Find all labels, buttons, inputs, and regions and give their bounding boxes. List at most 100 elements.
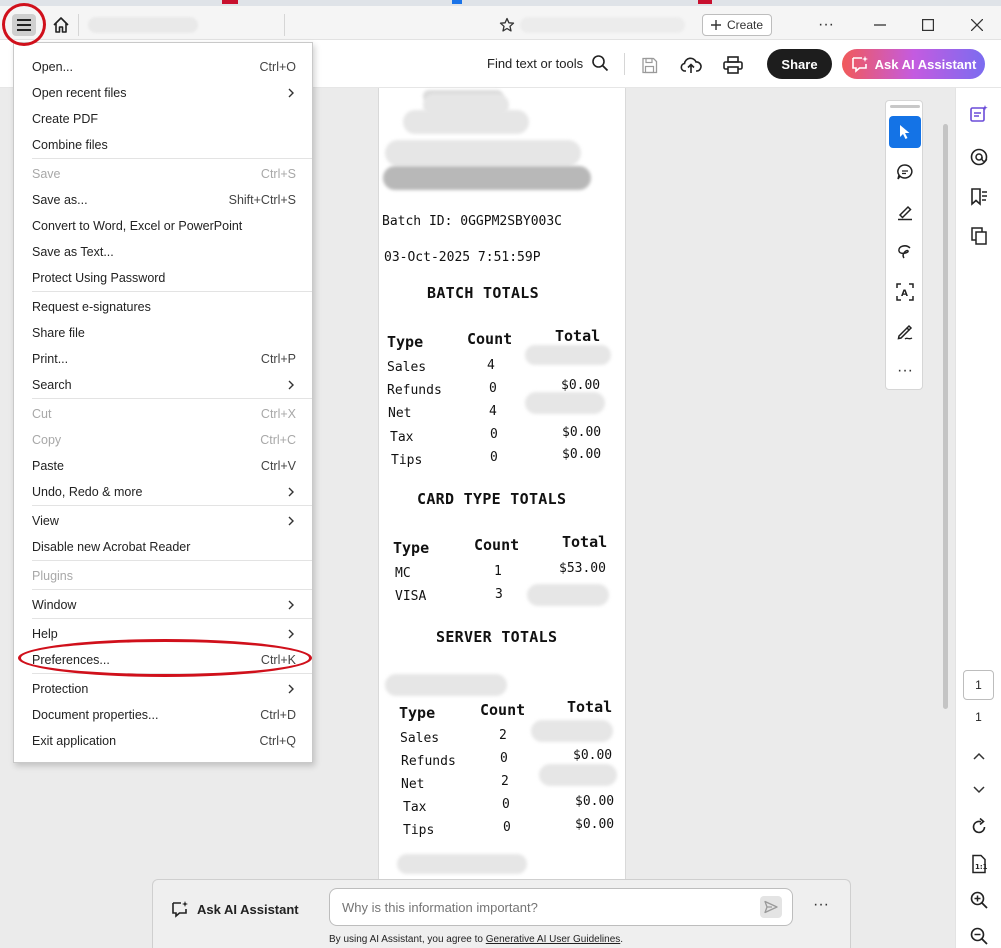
- batch-row-count: 4: [487, 358, 495, 373]
- annotation-tools-panel: A ···: [885, 100, 923, 390]
- zoom-out-button[interactable]: [967, 924, 991, 948]
- menu-item-protection[interactable]: Protection: [14, 676, 314, 702]
- guidelines-link[interactable]: Generative AI User Guidelines: [486, 934, 621, 945]
- divider: [78, 14, 79, 36]
- drag-handle[interactable]: [890, 105, 920, 108]
- menu-item-label: Exit application: [32, 734, 117, 748]
- more-tools-button[interactable]: ···: [889, 359, 921, 383]
- batch-row-count: 0: [489, 381, 497, 396]
- menu-item-paste[interactable]: Paste Ctrl+V: [14, 453, 314, 479]
- menu-item-shortcut: Ctrl+P: [260, 352, 296, 366]
- send-button[interactable]: [760, 896, 782, 918]
- save-button[interactable]: [636, 52, 662, 78]
- redacted-line: [403, 110, 529, 134]
- menu-item-convert[interactable]: Convert to Word, Excel or PowerPoint: [14, 213, 314, 239]
- menu-item-protect-password[interactable]: Protect Using Password: [14, 265, 314, 291]
- print-button[interactable]: [720, 52, 746, 78]
- home-button[interactable]: [50, 14, 72, 36]
- maximize-button[interactable]: [914, 12, 942, 38]
- chevron-right-icon: [288, 487, 294, 497]
- menu-item-print[interactable]: Print... Ctrl+P: [14, 346, 314, 372]
- server-row-total: $0.00: [575, 817, 615, 832]
- find-tools-button[interactable]: Find text or tools: [487, 54, 609, 72]
- home-icon: [53, 17, 69, 33]
- minimize-button[interactable]: [866, 12, 894, 38]
- chevron-down-icon: [973, 786, 985, 794]
- upload-cloud-button[interactable]: [678, 52, 704, 78]
- favorite-button[interactable]: [496, 14, 518, 36]
- menu-item-label: Open...: [32, 60, 73, 74]
- menu-item-search[interactable]: Search: [14, 372, 314, 398]
- close-window-button[interactable]: [963, 12, 991, 38]
- redacted-server-name: [385, 674, 507, 696]
- disclaimer-text: By using AI Assistant, you agree to: [329, 934, 486, 945]
- pages-icon: [971, 227, 987, 245]
- menu-item-save-as-text[interactable]: Save as Text...: [14, 239, 314, 265]
- create-button-label: Create: [726, 18, 764, 32]
- batch-row-type: Tax: [390, 430, 414, 445]
- menu-item-document-properties[interactable]: Document properties... Ctrl+D: [14, 702, 314, 728]
- highlight-tool[interactable]: [889, 196, 921, 228]
- batch-row-count: 4: [489, 404, 497, 419]
- select-tool[interactable]: [889, 116, 921, 148]
- draw-tool[interactable]: [889, 236, 921, 268]
- ai-question-input[interactable]: [329, 888, 793, 926]
- menu-item-open-recent[interactable]: Open recent files: [14, 80, 314, 106]
- ai-assistant-icon: [851, 56, 868, 73]
- batch-id: Batch ID: 0GGPM2SBY003C: [382, 214, 563, 229]
- card-row-type: MC: [395, 566, 411, 581]
- comments-panel-button[interactable]: [967, 145, 991, 169]
- menu-item-disable-new-reader[interactable]: Disable new Acrobat Reader: [14, 534, 314, 560]
- menu-item-save-as[interactable]: Save as... Shift+Ctrl+S: [14, 187, 314, 213]
- text-recognition-tool[interactable]: A: [889, 276, 921, 308]
- card-row-count: 3: [495, 587, 503, 602]
- menu-item-label: Protect Using Password: [32, 271, 166, 285]
- server-row-count: 2: [501, 774, 509, 789]
- ai-more-button[interactable]: ···: [813, 896, 829, 914]
- col-count: Count: [480, 701, 526, 719]
- redacted-line: [397, 854, 527, 874]
- bookmarks-button[interactable]: [967, 185, 991, 209]
- current-page-input[interactable]: 1: [963, 670, 994, 700]
- menu-item-request-esignatures[interactable]: Request e-signatures: [14, 294, 314, 320]
- menu-item-label: Search: [32, 378, 72, 392]
- menu-item-label: Copy: [32, 433, 62, 447]
- rotate-button[interactable]: [967, 815, 991, 839]
- batch-row-type: Refunds: [387, 383, 442, 398]
- ai-assistant-label-text: Ask AI Assistant: [197, 901, 299, 917]
- svg-text:A: A: [901, 289, 908, 299]
- menu-item-shortcut: Ctrl+O: [259, 60, 296, 74]
- menu-divider: [32, 560, 312, 561]
- server-row-count: 0: [502, 797, 510, 812]
- menu-item-exit[interactable]: Exit application Ctrl+Q: [14, 728, 314, 754]
- share-button[interactable]: Share: [767, 49, 832, 79]
- menu-item-create-pdf[interactable]: Create PDF: [14, 106, 314, 132]
- chevron-right-icon: [288, 516, 294, 526]
- menu-item-window[interactable]: Window: [14, 592, 314, 618]
- menu-item-combine-files[interactable]: Combine files: [14, 132, 314, 158]
- chevron-up-icon: [973, 752, 985, 760]
- previous-page-button[interactable]: [967, 744, 991, 768]
- sign-tool[interactable]: [889, 316, 921, 348]
- fit-page-button[interactable]: 1:1: [967, 852, 991, 876]
- menu-item-share-file[interactable]: Share file: [14, 320, 314, 346]
- menu-item-label: Undo, Redo & more: [32, 485, 143, 499]
- ai-summary-button[interactable]: [967, 102, 991, 126]
- menu-item-cut: Cut Ctrl+X: [14, 401, 314, 427]
- server-row-type: Net: [401, 777, 425, 792]
- menu-item-view[interactable]: View: [14, 508, 314, 534]
- vertical-scrollbar[interactable]: [943, 124, 948, 709]
- highlighter-icon: [898, 205, 912, 221]
- zoom-in-button[interactable]: [967, 888, 991, 912]
- comment-tool[interactable]: [889, 156, 921, 188]
- menu-item-open[interactable]: Open... Ctrl+O: [14, 54, 314, 80]
- ask-ai-assistant-button[interactable]: Ask AI Assistant: [842, 49, 985, 79]
- col-count: Count: [474, 536, 520, 554]
- menu-item-undo-redo[interactable]: Undo, Redo & more: [14, 479, 314, 505]
- ai-assistant-bar: Ask AI Assistant ··· By using AI Assista…: [152, 879, 851, 948]
- more-options-button[interactable]: ···: [812, 12, 840, 38]
- create-button[interactable]: Create: [702, 14, 772, 36]
- next-page-button[interactable]: [967, 778, 991, 802]
- page-thumbnails-button[interactable]: [967, 224, 991, 248]
- menu-item-label: Paste: [32, 459, 64, 473]
